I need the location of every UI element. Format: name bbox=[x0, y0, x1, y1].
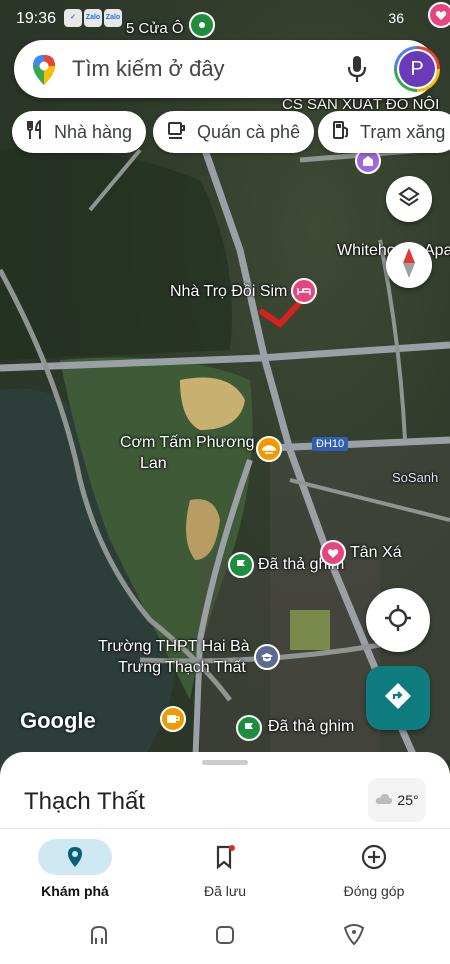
layers-button[interactable] bbox=[386, 176, 432, 222]
search-bar[interactable]: Tìm kiếm ở đây P bbox=[14, 40, 440, 98]
temperature: 25° bbox=[397, 792, 419, 808]
restaurant-pin-icon[interactable] bbox=[256, 436, 282, 462]
bookmark-icon bbox=[165, 839, 285, 875]
tab-contribute[interactable]: Đóng góp bbox=[314, 839, 434, 899]
chip-label: Trạm xăng bbox=[360, 121, 446, 142]
map-label[interactable]: Đã thả ghim bbox=[268, 718, 354, 736]
map-label[interactable]: Tân Xá bbox=[350, 544, 402, 562]
microphone-icon[interactable] bbox=[346, 54, 368, 89]
add-circle-icon bbox=[314, 839, 434, 875]
compass-icon bbox=[402, 247, 416, 284]
app-notification-icon: ✓ bbox=[64, 9, 82, 27]
tab-label: Đóng góp bbox=[343, 883, 405, 899]
zalo-notification-icon: Zalo bbox=[104, 9, 122, 27]
school-pin-icon[interactable] bbox=[254, 644, 280, 670]
directions-button[interactable] bbox=[366, 666, 430, 730]
chip-label: Quán cà phê bbox=[197, 121, 301, 142]
place-title: Thạch Thất bbox=[24, 788, 145, 815]
zalo-notification-icon: Zalo bbox=[84, 9, 102, 27]
gas-station-icon bbox=[332, 120, 350, 145]
map-label[interactable]: Cơm Tấm Phương bbox=[120, 434, 255, 452]
school-field bbox=[290, 610, 330, 650]
battery-level: 36 bbox=[388, 10, 404, 26]
chip-label: Nhà hàng bbox=[54, 121, 133, 142]
map-label[interactable]: Trường THPT Hai Bà bbox=[98, 638, 250, 656]
cloud-icon bbox=[375, 792, 393, 808]
map-label[interactable]: Trưng Thạch Thất bbox=[118, 659, 246, 677]
status-time: 19:36 bbox=[16, 10, 57, 27]
tab-saved[interactable]: Đã lưu bbox=[165, 839, 285, 899]
map-label[interactable]: Nhà Trọ Đồi Sim bbox=[170, 283, 287, 301]
chip-gas[interactable]: Trạm xăng bbox=[318, 111, 450, 153]
location-pin-icon bbox=[38, 839, 112, 875]
heart-pin-icon[interactable] bbox=[320, 540, 346, 566]
bottom-sheet[interactable]: Thạch Thất 25° bbox=[0, 752, 450, 832]
tab-label: Khám phá bbox=[41, 883, 109, 899]
directions-icon bbox=[383, 681, 413, 716]
tab-label: Đã lưu bbox=[203, 883, 247, 899]
account-avatar[interactable]: P bbox=[394, 46, 440, 92]
sheet-drag-handle[interactable] bbox=[202, 760, 248, 765]
chip-restaurants[interactable]: Nhà hàng bbox=[12, 111, 147, 153]
search-input[interactable]: Tìm kiếm ở đây bbox=[72, 56, 225, 82]
road-shield: ĐH10 bbox=[312, 437, 349, 451]
crosshair-icon bbox=[384, 604, 412, 637]
assistant-icon[interactable] bbox=[342, 924, 366, 951]
bottom-navigation: Khám phá Đã lưu Đóng góp bbox=[0, 828, 450, 910]
fork-knife-icon bbox=[26, 118, 44, 145]
google-logo: Google bbox=[20, 708, 96, 733]
watermark: SoSanh bbox=[392, 470, 439, 485]
home-icon[interactable] bbox=[214, 924, 236, 951]
flag-pin-icon[interactable] bbox=[228, 552, 254, 578]
hotel-pin-icon[interactable] bbox=[291, 278, 317, 304]
google-maps-pin-icon bbox=[32, 54, 56, 91]
weather-badge[interactable]: 25° bbox=[368, 778, 426, 822]
cafe-pin-icon[interactable] bbox=[160, 706, 186, 732]
red-check-mark bbox=[259, 297, 305, 328]
tab-explore[interactable]: Khám phá bbox=[15, 839, 135, 899]
map-label: 5 Cửa Ô bbox=[126, 20, 184, 37]
chip-coffee[interactable]: Quán cà phê bbox=[153, 111, 315, 153]
map-label[interactable]: Lan bbox=[140, 455, 167, 473]
recent-apps-icon[interactable] bbox=[88, 924, 110, 951]
system-navigation bbox=[0, 910, 450, 964]
layers-icon bbox=[398, 186, 420, 213]
my-location-button[interactable] bbox=[366, 588, 430, 652]
status-bar: 19:36 ✓ Zalo Zalo 5 Cửa Ô 36 bbox=[0, 0, 450, 40]
avatar-letter: P bbox=[399, 51, 435, 87]
coffee-cup-icon bbox=[167, 120, 187, 145]
flag-pin-icon[interactable] bbox=[236, 715, 262, 741]
compass-button[interactable] bbox=[386, 242, 432, 288]
